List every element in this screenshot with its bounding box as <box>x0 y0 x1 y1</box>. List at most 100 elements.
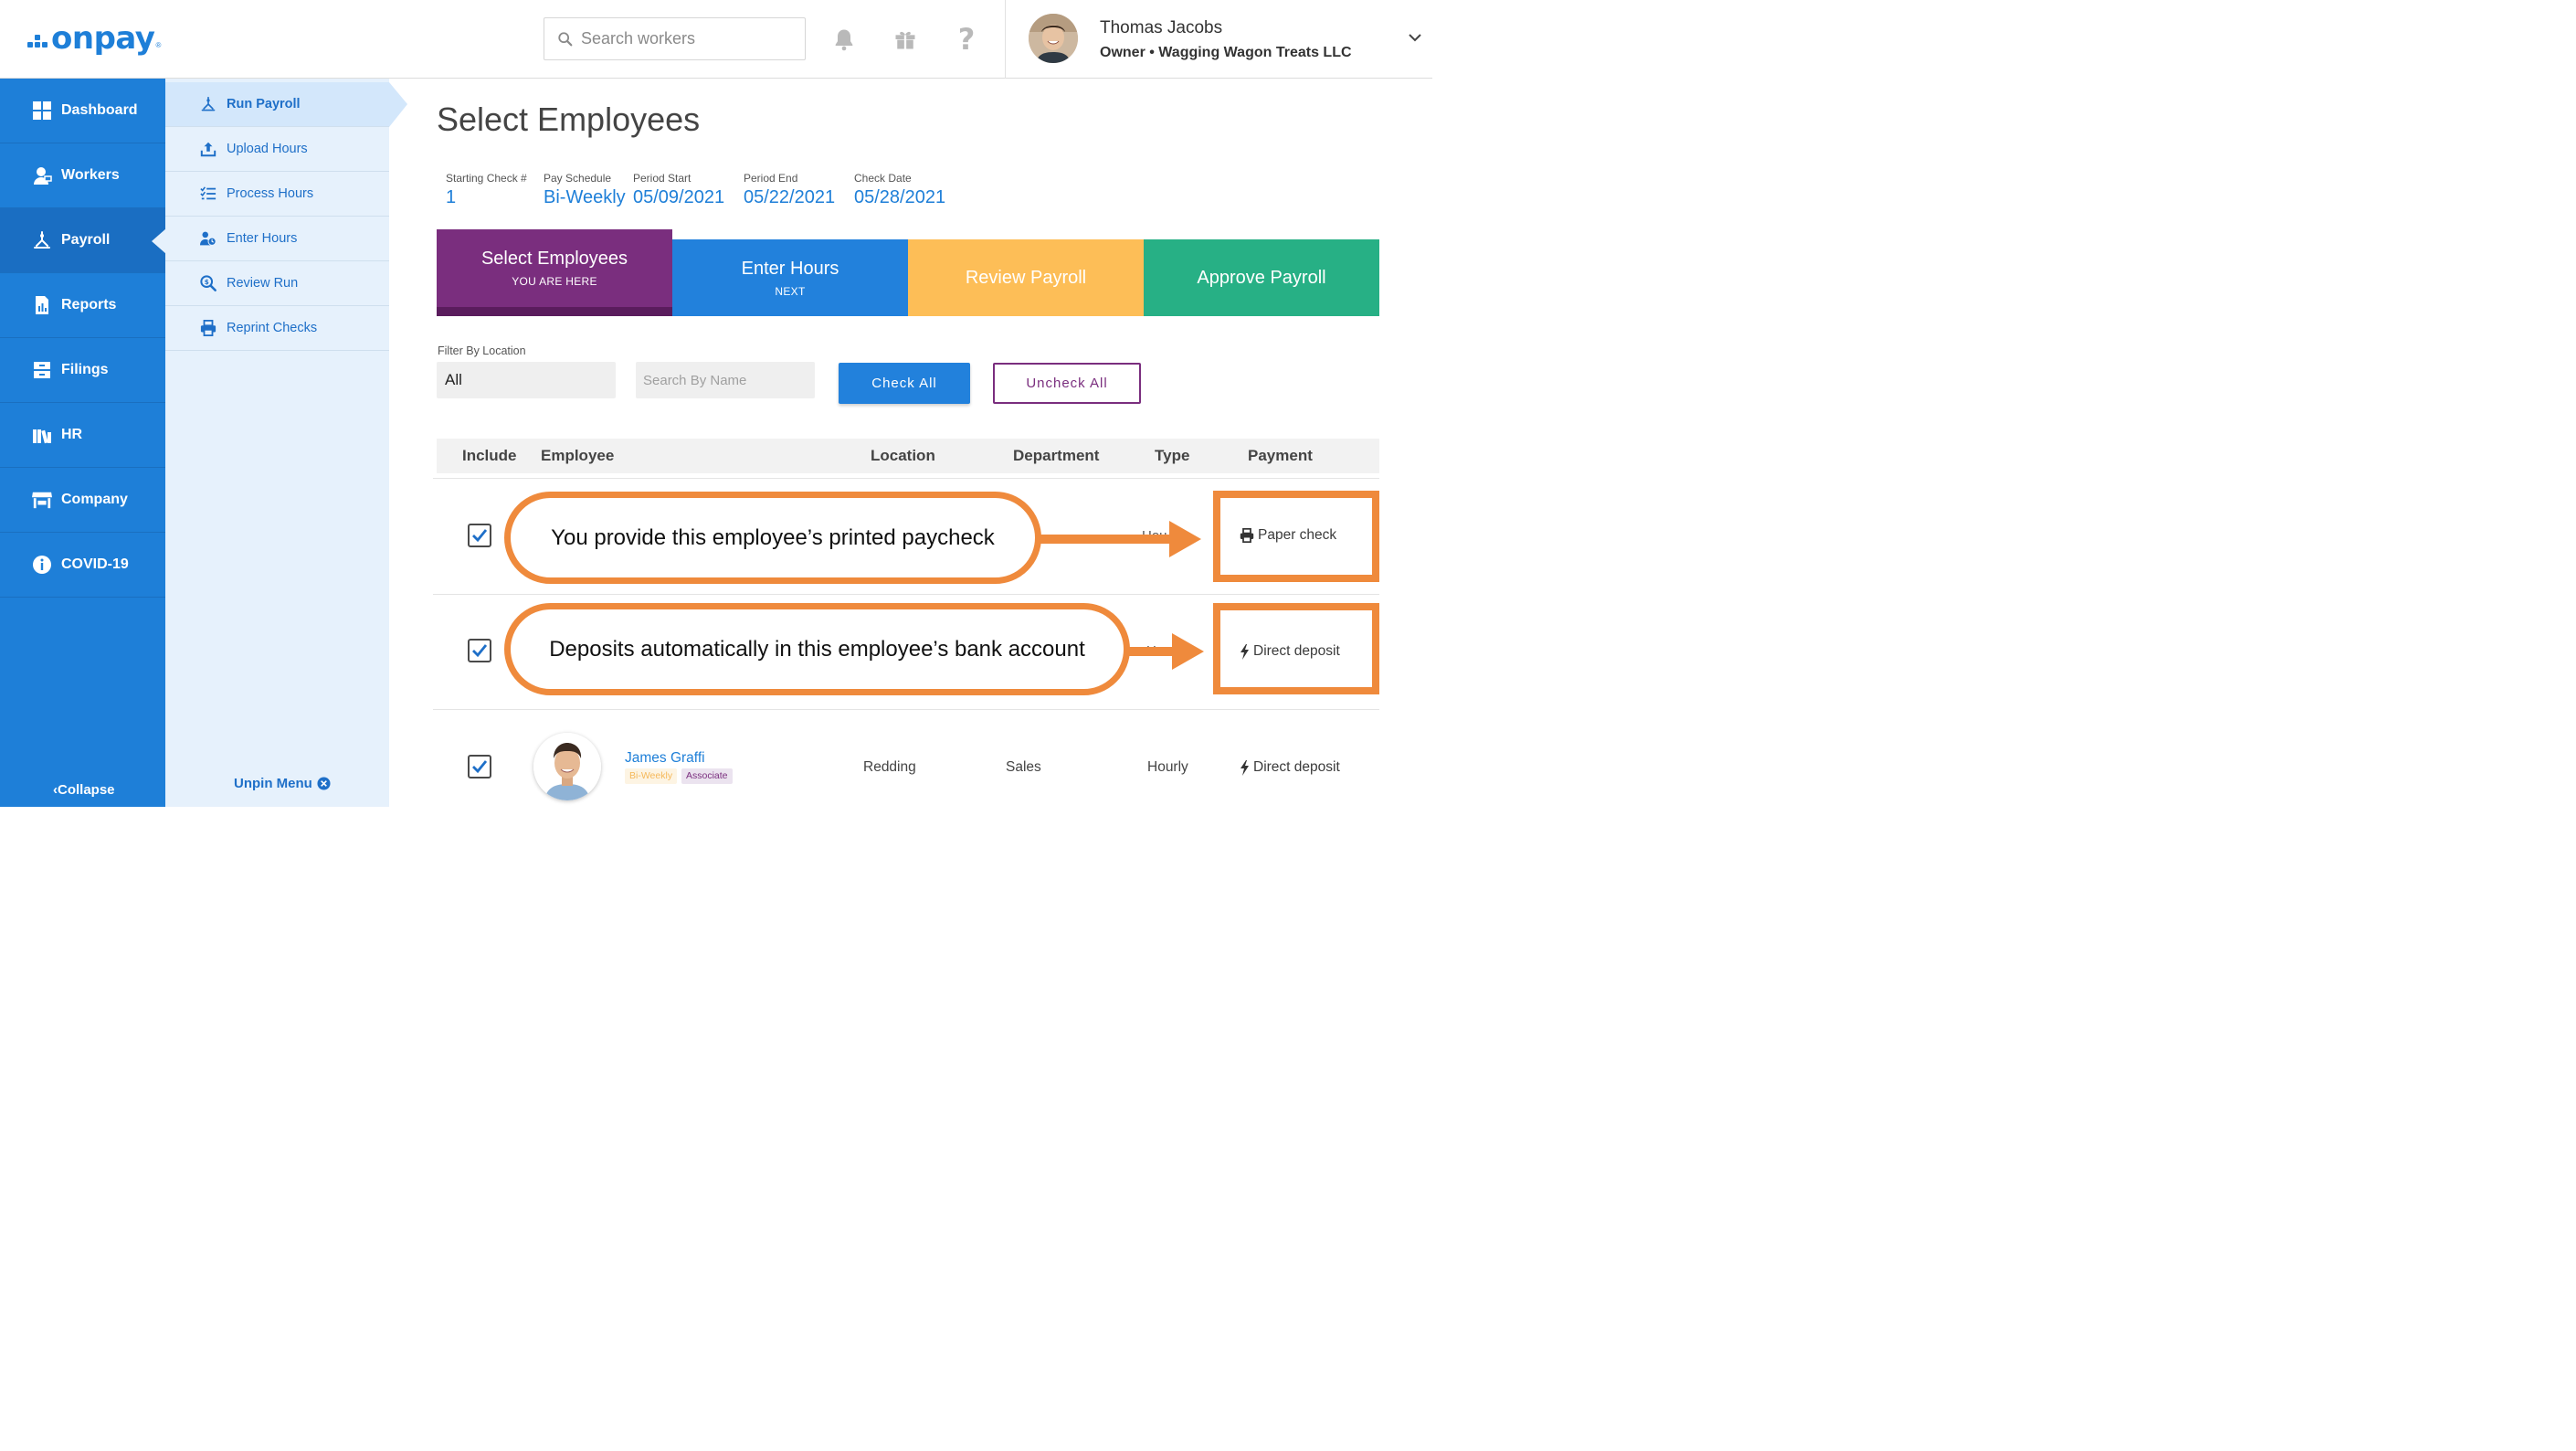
include-checkbox[interactable] <box>468 639 491 662</box>
sidebar-item-filings[interactable]: Filings <box>0 338 165 403</box>
step-name: Approve Payroll <box>1197 267 1326 288</box>
reports-icon <box>36 296 48 314</box>
logo-mark-icon <box>27 35 48 48</box>
upload-icon <box>200 142 216 157</box>
unpin-menu-label: Unpin Menu <box>234 776 312 791</box>
meta-check-date: Check Date 05/28/2021 <box>854 172 945 208</box>
filings-icon <box>34 362 50 378</box>
check-all-button[interactable]: Check All <box>839 363 970 404</box>
gift-icon <box>895 31 915 49</box>
subnav-item-label: Reprint Checks <box>227 321 318 335</box>
payment-method-cell: Direct deposit <box>1240 759 1340 776</box>
row-divider <box>433 594 1379 595</box>
subnav-item-enter-hours[interactable]: Enter Hours <box>165 217 389 261</box>
column-header-type[interactable]: Type <box>1155 447 1189 465</box>
meta-label: Period End <box>744 172 798 185</box>
filter-location-label: Filter By Location <box>438 344 526 357</box>
include-checkbox[interactable] <box>468 755 491 778</box>
search-by-name-input[interactable] <box>636 362 815 398</box>
subnav-item-process-hours[interactable]: Process Hours <box>165 172 389 217</box>
column-header-include[interactable]: Include <box>462 447 517 465</box>
payment-method-cell: Paper check <box>1240 527 1336 544</box>
step-name: Select Employees <box>480 249 628 269</box>
subnav-item-label: Review Run <box>227 276 299 291</box>
user-role: Owner • Wagging Wagon Treats LLC <box>1100 45 1352 60</box>
subnav-item-label: Process Hours <box>227 186 314 201</box>
gifts-button[interactable] <box>890 24 921 55</box>
collapse-sidebar-button[interactable]: ‹Collapse <box>53 782 115 798</box>
sidebar-item-company[interactable]: Company <box>0 468 165 533</box>
chevron-down-icon[interactable] <box>1408 30 1422 45</box>
active-indicator <box>389 82 407 127</box>
sidebar-item-covid-19[interactable]: COVID-19 <box>0 533 165 598</box>
uncheck-all-button[interactable]: Uncheck All <box>993 363 1141 404</box>
help-icon: ? <box>957 22 976 57</box>
bolt-icon <box>1240 643 1249 660</box>
bolt-icon <box>1240 759 1249 776</box>
subnav-item-reprint-checks[interactable]: Reprint Checks <box>165 306 389 351</box>
column-header-department[interactable]: Department <box>1013 447 1099 465</box>
meta-label: Starting Check # <box>446 172 527 185</box>
role-badge: Associate <box>681 768 733 784</box>
step-approve-payroll[interactable]: Approve Payroll <box>1144 239 1379 316</box>
step-name: Review Payroll <box>965 267 1087 288</box>
annotation-arrow-1 <box>1032 521 1201 557</box>
employee-avatar[interactable] <box>533 733 601 800</box>
onpay-logo[interactable]: onpay ® <box>27 20 161 57</box>
user-clock-icon <box>200 231 216 246</box>
sidebar-item-workers[interactable]: Workers <box>0 143 165 208</box>
bell-icon <box>835 29 853 51</box>
annotation-text: You provide this employee’s printed payc… <box>551 524 995 550</box>
search-workers-box[interactable] <box>544 17 806 60</box>
annotation-callout-direct-deposit: Deposits automatically in this employee’… <box>504 603 1130 695</box>
pay-schedule-badge: Bi-Weekly <box>625 768 678 784</box>
meta-label: Check Date <box>854 172 912 185</box>
help-button[interactable]: ? <box>951 22 982 57</box>
payroll-subnav: Run Payroll Upload Hours Process Hours E… <box>165 79 407 807</box>
column-header-location[interactable]: Location <box>871 447 935 465</box>
sidebar-item-payroll[interactable]: Payroll <box>0 208 166 273</box>
include-checkbox[interactable] <box>468 524 491 547</box>
payroll-icon <box>34 231 50 249</box>
subnav-item-run-payroll[interactable]: Run Payroll <box>165 82 407 127</box>
column-header-payment[interactable]: Payment <box>1248 447 1313 465</box>
check-icon <box>472 760 488 774</box>
subnav-item-upload-hours[interactable]: Upload Hours <box>165 127 389 172</box>
meta-starting-check: Starting Check # 1 <box>446 172 527 208</box>
search-workers-input[interactable] <box>581 29 791 48</box>
svg-text:$: $ <box>205 278 209 286</box>
sidebar-item-label: HR <box>61 427 83 442</box>
subnav-item-review-run[interactable]: $ Review Run <box>165 261 389 306</box>
close-circle-icon <box>317 777 331 790</box>
meta-pay-schedule: Pay Schedule Bi-Weekly <box>544 172 626 208</box>
subnav-item-label: Enter Hours <box>227 231 298 246</box>
checklist-icon <box>200 186 216 200</box>
meta-label: Pay Schedule <box>544 172 612 185</box>
sidebar-item-label: Dashboard <box>61 102 138 118</box>
sidebar-item-dashboard[interactable]: Dashboard <box>0 79 165 143</box>
step-select-employees[interactable]: Select Employees YOU ARE HERE <box>437 229 672 316</box>
subnav-item-label: Upload Hours <box>227 142 308 156</box>
collapse-label: Collapse <box>58 782 115 798</box>
step-name: Enter Hours <box>741 258 839 279</box>
sidebar-item-label: Filings <box>61 362 109 377</box>
step-review-payroll[interactable]: Review Payroll <box>908 239 1144 316</box>
top-bar: onpay ® ? <box>0 0 1432 79</box>
payment-method-label: Direct deposit <box>1253 643 1340 659</box>
employee-name-link[interactable]: James Graffi <box>625 750 705 767</box>
annotation-arrow-2 <box>1122 633 1204 670</box>
row-divider <box>433 478 1379 479</box>
workers-icon <box>34 167 52 185</box>
sidebar-item-reports[interactable]: Reports <box>0 273 165 338</box>
sidebar-item-hr[interactable]: HR <box>0 403 165 468</box>
sidebar-item-label: COVID-19 <box>61 556 129 572</box>
info-icon <box>33 556 51 574</box>
location-select[interactable]: All <box>437 362 616 398</box>
unpin-menu-button[interactable]: Unpin Menu <box>234 776 331 791</box>
column-header-employee[interactable]: Employee <box>541 447 614 465</box>
profile-menu[interactable]: Thomas Jacobs Owner • Wagging Wagon Trea… <box>1005 0 1432 79</box>
subnav-item-label: Run Payroll <box>227 97 301 111</box>
table-header: Include Employee Location Department Typ… <box>437 439 1379 473</box>
notifications-button[interactable] <box>829 24 860 55</box>
step-enter-hours[interactable]: Enter Hours NEXT <box>672 239 908 316</box>
